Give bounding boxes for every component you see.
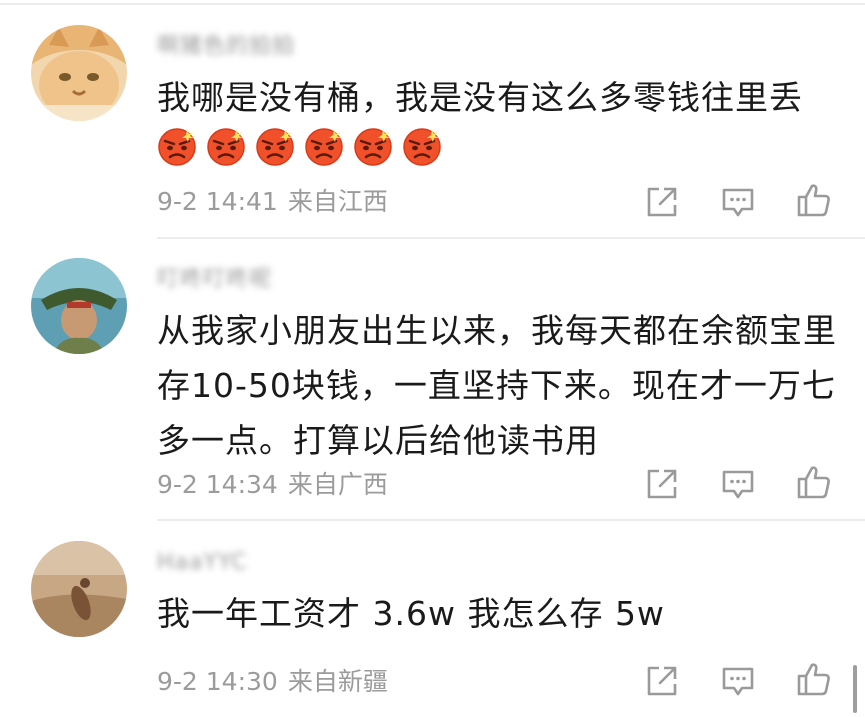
username[interactable]: HaaYYC <box>157 549 248 577</box>
angry-face-icon <box>402 126 442 172</box>
avatar[interactable] <box>31 258 127 354</box>
angry-face-icon <box>206 126 246 172</box>
share-icon <box>647 469 677 499</box>
scrollbar[interactable] <box>853 665 857 713</box>
timestamp: 9-2 14:34 <box>157 470 278 499</box>
comment-meta: 9-2 14:30 来自新疆 <box>157 665 388 699</box>
like-button[interactable] <box>794 180 834 220</box>
avatar[interactable] <box>31 541 127 637</box>
comment-text: 我哪是没有桶，我是没有这么多零钱往里丢 <box>157 70 847 125</box>
emoji-row <box>157 126 442 172</box>
comment-icon <box>722 470 754 499</box>
comment-text-line: 存10-50块钱，一直坚持下来。现在才一万七 <box>157 366 836 405</box>
location: 来自新疆 <box>287 667 388 696</box>
share-icon <box>647 187 677 217</box>
timestamp: 9-2 14:41 <box>157 187 278 216</box>
location: 来自广西 <box>287 470 388 499</box>
username[interactable]: 叮咚叮咚呢 <box>157 266 272 294</box>
comment-meta: 9-2 14:41 来自江西 <box>157 185 388 219</box>
like-button[interactable] <box>794 462 834 502</box>
top-divider <box>0 3 865 5</box>
comment-text-line: 多一点。打算以后给他读书用 <box>157 421 599 460</box>
share-icon <box>647 666 677 696</box>
comment-button[interactable] <box>718 464 758 504</box>
comment-list: 啊猪色的拍拍 我哪是没有桶，我是没有这么多零钱往里丢 9-2 14:41 来自江西 <box>0 0 865 717</box>
angry-face-icon <box>353 126 393 172</box>
timestamp: 9-2 14:30 <box>157 667 278 696</box>
comment-divider <box>157 519 865 521</box>
username[interactable]: 啊猪色的拍拍 <box>157 33 295 61</box>
comment-button[interactable] <box>718 182 758 222</box>
comment-button[interactable] <box>718 661 758 701</box>
share-button[interactable] <box>642 182 682 222</box>
location: 来自江西 <box>287 187 388 216</box>
comment-icon <box>722 667 754 696</box>
like-icon <box>797 184 830 217</box>
comment-divider <box>157 237 865 239</box>
comment-text: 从我家小朋友出生以来，我每天都在余额宝里 存10-50块钱，一直坚持下来。现在才… <box>157 303 847 468</box>
share-button[interactable] <box>642 464 682 504</box>
comment-text-line: 从我家小朋友出生以来，我每天都在余额宝里 <box>157 311 837 350</box>
like-icon <box>797 466 830 499</box>
like-icon <box>797 663 830 696</box>
comment-meta: 9-2 14:34 来自广西 <box>157 468 388 502</box>
avatar[interactable] <box>31 25 127 121</box>
comment-text: 我一年工资才 3.6w 我怎么存 5w <box>157 586 847 641</box>
comment-icon <box>722 188 754 217</box>
angry-face-icon <box>304 126 344 172</box>
angry-face-icon <box>157 126 197 172</box>
like-button[interactable] <box>794 659 834 699</box>
comment-text-line: 我一年工资才 3.6w 我怎么存 5w <box>157 594 665 633</box>
angry-face-icon <box>255 126 295 172</box>
share-button[interactable] <box>642 661 682 701</box>
comment-text-line: 我哪是没有桶，我是没有这么多零钱往里丢 <box>157 78 803 117</box>
